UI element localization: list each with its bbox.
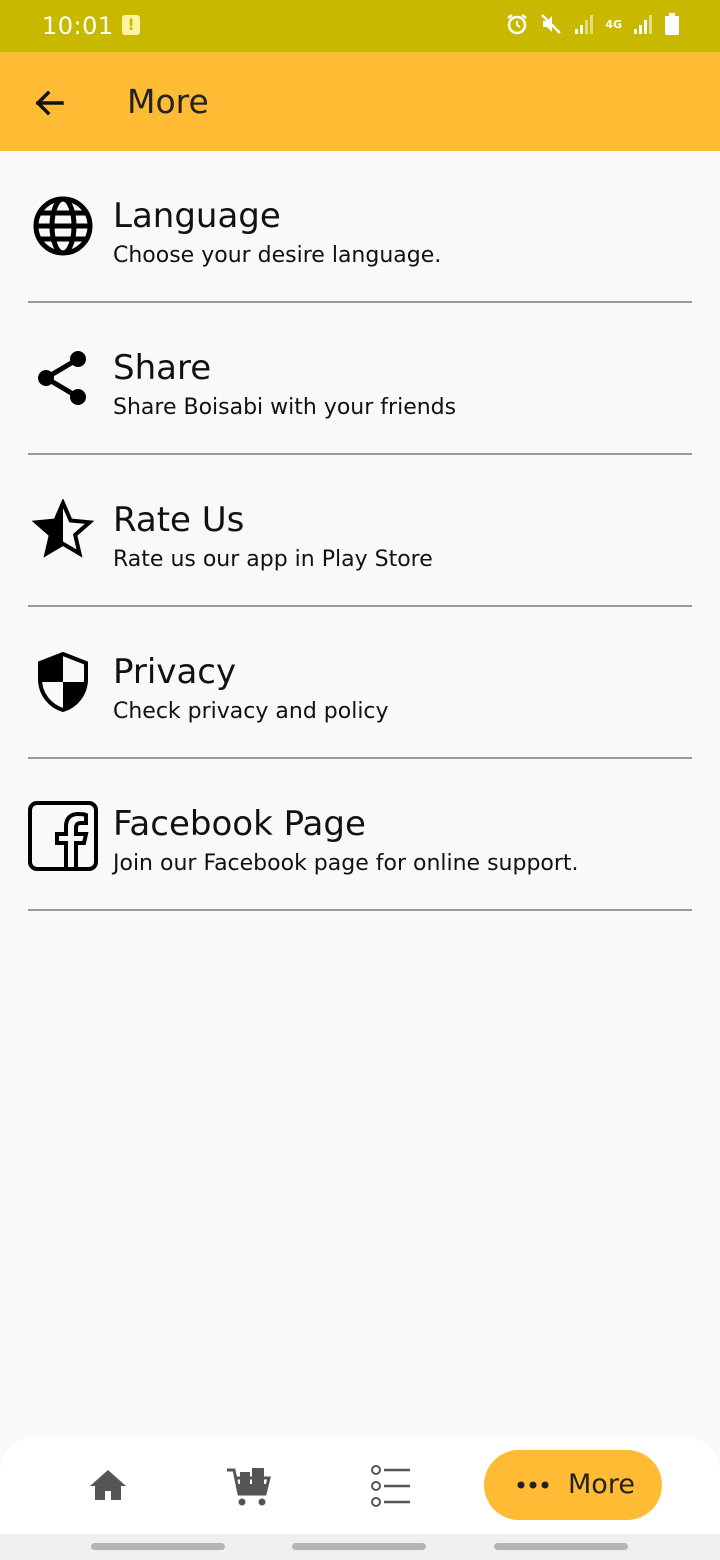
arrow-back-icon (35, 90, 64, 116)
status-bar: 10:01 ! 4G (0, 0, 720, 52)
gesture-bar[interactable] (91, 1543, 225, 1550)
alarm-icon (507, 14, 528, 35)
gesture-bar[interactable] (494, 1543, 628, 1550)
home-icon (90, 1470, 126, 1500)
menu-item-title: Share (113, 348, 212, 388)
menu-item-rate-us[interactable]: Rate Us Rate us our app in Play Store (28, 455, 692, 607)
menu-item-share[interactable]: Share Share Boisabi with your friends (28, 303, 692, 455)
nav-list-button[interactable] (366, 1462, 414, 1510)
nav-cart-button[interactable] (225, 1462, 273, 1510)
back-button[interactable] (28, 82, 70, 124)
share-icon (32, 347, 94, 409)
nav-more-label: More (568, 1469, 635, 1500)
menu-item-title: Privacy (113, 652, 237, 692)
nav-home-button[interactable] (84, 1462, 132, 1510)
menu-list: Language Choose your desire language. Sh… (0, 151, 720, 911)
list-icon (371, 1465, 410, 1507)
menu-item-facebook[interactable]: Facebook Page Join our Facebook page for… (28, 759, 692, 911)
menu-item-subtitle: Check privacy and policy (113, 699, 389, 724)
menu-item-subtitle: Join our Facebook page for online suppor… (113, 851, 579, 876)
alert-icon: ! (122, 15, 140, 35)
mute-icon (541, 14, 562, 34)
menu-item-privacy[interactable]: Privacy Check privacy and policy (28, 607, 692, 759)
signal-icon (634, 15, 652, 34)
menu-item-subtitle: Choose your desire language. (113, 243, 442, 268)
signal-icon (575, 15, 594, 34)
menu-item-language[interactable]: Language Choose your desire language. (28, 151, 692, 303)
bottom-nav: More (0, 1436, 720, 1534)
status-time: 10:01 (42, 12, 114, 40)
menu-item-subtitle: Rate us our app in Play Store (113, 547, 433, 572)
cart-icon (227, 1468, 271, 1506)
facebook-icon (28, 801, 98, 871)
star-half-icon (32, 499, 94, 561)
nav-more-button[interactable]: More (484, 1450, 662, 1520)
menu-item-subtitle: Share Boisabi with your friends (113, 395, 457, 420)
shield-icon (32, 651, 94, 713)
menu-item-title: Facebook Page (113, 804, 366, 844)
menu-item-title: Language (113, 196, 281, 236)
menu-item-title: Rate Us (113, 500, 245, 540)
status-icons: 4G (505, 12, 680, 36)
page-title: More (127, 82, 209, 121)
app-bar: More (0, 52, 720, 151)
network-type-label: 4G (605, 17, 622, 31)
gesture-bar[interactable] (292, 1543, 426, 1550)
system-nav-bar (0, 1534, 720, 1560)
battery-icon (665, 13, 679, 35)
globe-icon (32, 195, 94, 257)
more-dots-icon (517, 1481, 549, 1489)
